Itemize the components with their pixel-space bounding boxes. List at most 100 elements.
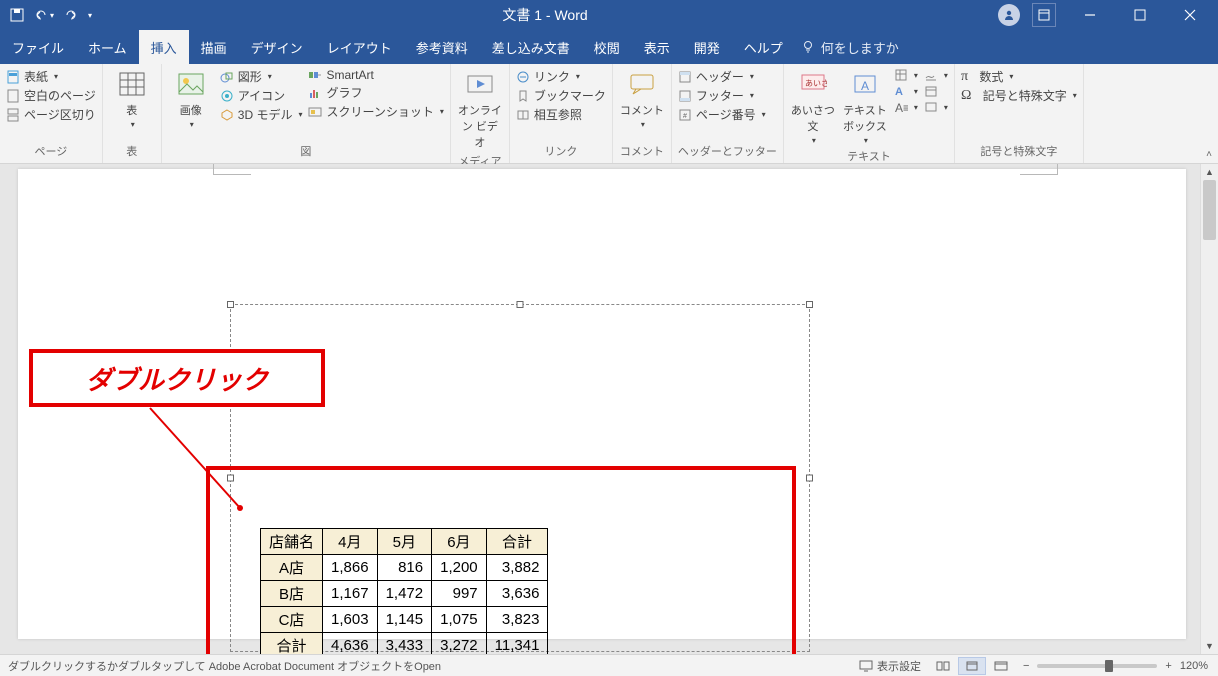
table-header-cell: 4月 <box>323 529 378 555</box>
zoom-out-button[interactable]: − <box>1023 660 1029 672</box>
table-cell: 4,636 <box>323 633 378 655</box>
tab-review[interactable]: 校閲 <box>582 30 632 64</box>
tab-insert[interactable]: 挿入 <box>139 30 189 64</box>
group-tables-label: 表 <box>109 140 155 163</box>
group-symbols: π 数式▾ Ω 記号と特殊文字▾ 記号と特殊文字 <box>955 64 1084 163</box>
web-layout-button[interactable] <box>987 657 1015 675</box>
quick-access-toolbar: ▾ ▾ <box>0 8 92 22</box>
link-button[interactable]: リンク▾ <box>516 68 606 85</box>
online-video-button[interactable]: オンライ ン ビデオ <box>457 68 503 150</box>
dropcap-button[interactable]: A≡▾ <box>894 100 918 114</box>
group-pages-label: ページ <box>6 140 96 163</box>
tab-design[interactable]: デザイン <box>239 30 315 64</box>
icons-button[interactable]: アイコン <box>220 87 303 104</box>
resize-handle[interactable] <box>227 301 234 308</box>
comment-icon <box>626 68 658 100</box>
save-icon[interactable] <box>10 8 24 22</box>
cross-reference-button[interactable]: 相互参照 <box>516 106 606 123</box>
print-layout-button[interactable] <box>958 657 986 675</box>
display-settings-button[interactable]: 表示設定 <box>859 658 921 674</box>
header-button[interactable]: ヘッダー▾ <box>678 68 766 85</box>
tab-help[interactable]: ヘルプ <box>732 30 795 64</box>
scroll-up-icon[interactable]: ▲ <box>1201 164 1218 180</box>
redo-icon[interactable] <box>64 8 78 22</box>
tell-me-search[interactable]: 何をしますか <box>801 30 899 64</box>
table-cell: 3,433 <box>377 633 432 655</box>
resize-handle[interactable] <box>227 475 234 482</box>
close-button[interactable] <box>1168 0 1212 30</box>
group-media: オンライ ン ビデオ メディア <box>451 64 510 163</box>
ribbon-display-options-icon[interactable] <box>1032 3 1056 27</box>
undo-icon[interactable]: ▾ <box>34 8 54 22</box>
table-cell: 1,145 <box>377 607 432 633</box>
resize-handle[interactable] <box>806 475 813 482</box>
scroll-down-icon[interactable]: ▼ <box>1201 638 1218 654</box>
quick-parts-button[interactable]: ▾ <box>894 68 918 82</box>
document-area: ダブルクリック 店舗名4月5月6月合計 A店1,8668161,2003,882… <box>0 164 1218 654</box>
table-row: C店1,6031,1451,0753,823 <box>261 607 548 633</box>
svg-text:#: # <box>683 113 687 120</box>
account-avatar[interactable] <box>998 4 1020 26</box>
signature-line-button[interactable]: ▾ <box>924 68 948 82</box>
vertical-scrollbar[interactable]: ▲ ▼ <box>1200 164 1218 654</box>
cover-page-button[interactable]: 表紙▾ <box>6 68 96 85</box>
tab-mailings[interactable]: 差し込み文書 <box>480 30 582 64</box>
symbol-button[interactable]: Ω 記号と特殊文字▾ <box>961 87 1077 104</box>
table-cell: 3,272 <box>432 633 487 655</box>
zoom-slider[interactable] <box>1037 664 1157 668</box>
textbox-icon: A <box>849 68 881 100</box>
comment-button[interactable]: コメント▾ <box>619 68 665 129</box>
page-break-button[interactable]: ページ区切り <box>6 106 96 123</box>
table-row-header: C店 <box>261 607 323 633</box>
resize-handle[interactable] <box>517 301 524 308</box>
collapse-ribbon-icon[interactable]: ˄ <box>1206 149 1212 160</box>
tab-draw[interactable]: 描画 <box>189 30 239 64</box>
group-text: あいさつ あいさつ 文▾ A テキスト ボックス▾ ▾ A▾ A≡▾ ▾ ▾ テ… <box>784 64 955 163</box>
table-row-header: B店 <box>261 581 323 607</box>
zoom-level[interactable]: 120% <box>1180 660 1208 672</box>
pictures-button[interactable]: 画像▾ <box>168 68 214 129</box>
textbox-button[interactable]: A テキスト ボックス▾ <box>842 68 888 145</box>
scroll-thumb[interactable] <box>1203 180 1216 240</box>
title-bar: ▾ ▾ 文書 1 - Word <box>0 0 1218 30</box>
tab-home[interactable]: ホーム <box>76 30 139 64</box>
status-bar: ダブルクリックするかダブルタップして Adobe Acrobat Documen… <box>0 654 1218 676</box>
tab-developer[interactable]: 開発 <box>682 30 732 64</box>
table-row: B店1,1671,4729973,636 <box>261 581 548 607</box>
group-links-label: リンク <box>516 140 606 163</box>
greeting-button[interactable]: あいさつ あいさつ 文▾ <box>790 68 836 145</box>
table-cell: 1,472 <box>377 581 432 607</box>
3d-models-button[interactable]: 3D モデル▾ <box>220 106 303 123</box>
tab-references[interactable]: 参考資料 <box>404 30 480 64</box>
table-button[interactable]: 表▾ <box>109 68 155 129</box>
table-cell: 1,603 <box>323 607 378 633</box>
minimize-button[interactable] <box>1068 0 1112 30</box>
svg-text:A: A <box>895 86 903 98</box>
window-controls <box>998 0 1218 30</box>
read-mode-button[interactable] <box>929 657 957 675</box>
zoom-in-button[interactable]: + <box>1165 660 1171 672</box>
table-cell: 3,636 <box>486 581 548 607</box>
screenshot-button[interactable]: スクリーンショット▾ <box>308 103 443 120</box>
tab-file[interactable]: ファイル <box>0 30 76 64</box>
table-cell: 3,882 <box>486 555 548 581</box>
table-cell: 997 <box>432 581 487 607</box>
date-time-button[interactable] <box>924 84 948 98</box>
smartart-button[interactable]: SmartArt <box>308 68 443 82</box>
chart-button[interactable]: グラフ <box>308 84 443 101</box>
zoom-slider-thumb[interactable] <box>1105 660 1113 672</box>
shapes-button[interactable]: 図形▾ <box>220 68 303 85</box>
resize-handle[interactable] <box>806 301 813 308</box>
table-row-header: A店 <box>261 555 323 581</box>
maximize-button[interactable] <box>1118 0 1162 30</box>
blank-page-button[interactable]: 空白のページ <box>6 87 96 104</box>
wordart-button[interactable]: A▾ <box>894 84 918 98</box>
bookmark-button[interactable]: ブックマーク <box>516 87 606 104</box>
tab-view[interactable]: 表示 <box>632 30 682 64</box>
page-number-button[interactable]: #ページ番号▾ <box>678 106 766 123</box>
table-cell: 11,341 <box>486 633 548 655</box>
footer-button[interactable]: フッター▾ <box>678 87 766 104</box>
object-button[interactable]: ▾ <box>924 100 948 114</box>
equation-button[interactable]: π 数式▾ <box>961 68 1077 85</box>
tab-layout[interactable]: レイアウト <box>315 30 404 64</box>
